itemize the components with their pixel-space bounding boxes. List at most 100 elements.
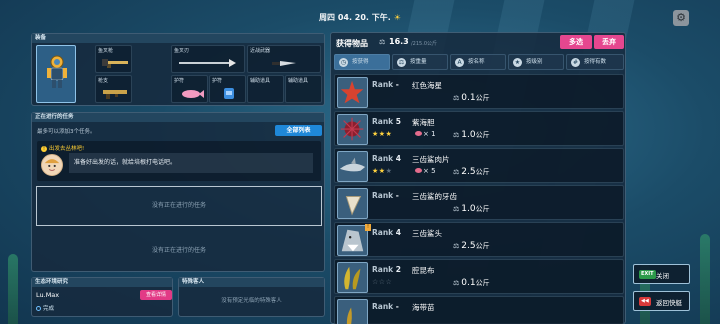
rank-value: 4 — [395, 228, 402, 237]
tab-sort-weight[interactable]: ⚖ 按重量 — [392, 54, 448, 70]
multi-select-button[interactable]: 多选 — [560, 35, 592, 49]
status-dot-icon — [36, 306, 41, 311]
weight-unit: 公斤 — [475, 168, 490, 176]
slot-label: 近战武器 — [250, 48, 271, 54]
item-rank: Rank 4 — [372, 154, 401, 163]
seaweed-decoration — [8, 254, 18, 324]
exit-label: 关闭 — [656, 272, 669, 280]
item-name: 海带苗 — [412, 303, 435, 312]
harpoon-tip-slot[interactable]: 鱼叉刃 — [171, 45, 245, 73]
rank-label: Rank — [372, 117, 394, 126]
eco-name: Lu.Max — [36, 291, 60, 299]
star-rating: ★★★ — [372, 130, 393, 138]
support-item-slot-2[interactable]: 辅助道具 — [285, 75, 322, 103]
notice-title: 出发去丛林吧! — [49, 146, 85, 152]
special-customer-panel: 特殊客人 没有预定光临的特殊客人 — [178, 277, 325, 317]
all-quests-button[interactable]: 全部列表 — [275, 125, 322, 136]
item-weight: ⚖ 2.5公斤 — [453, 167, 490, 177]
eco-title: 生态环境研究 — [32, 278, 172, 287]
quest-notice[interactable]: ! 出发去丛林吧! 准备好出发的话，就给培根打电话吧。 — [37, 141, 321, 181]
notice-text: 准备好出发的话，就给培根打电话吧。 — [69, 153, 313, 173]
rank-value: 4 — [395, 154, 402, 163]
eco-status-text: 完成 — [43, 306, 55, 312]
rank-label: Rank — [372, 191, 394, 200]
shark-head-icon — [337, 225, 368, 256]
gun-icon — [103, 90, 127, 99]
backpack-charm-icon — [224, 88, 234, 99]
warning-icon: ! — [41, 146, 47, 152]
item-name: 紫海胆 — [412, 118, 435, 127]
charm-slot-2[interactable]: 护符 — [209, 75, 246, 103]
date-time-display: 周四 04. 20. 下午. ☀ — [0, 12, 720, 23]
melee-weapon-slot[interactable]: 近战武器 — [247, 45, 321, 73]
star-icon: ★ — [513, 58, 522, 67]
item-rank: Rank 2 — [372, 265, 401, 274]
item-weight: ⚖ 1.0公斤 — [453, 130, 490, 140]
quest-slot-empty[interactable]: 没有正在进行的任务 — [36, 186, 322, 226]
tab-label: 按级别 — [526, 59, 543, 65]
rank-value: - — [395, 191, 399, 200]
item-weight: ⚖ 2.5公斤 — [453, 241, 490, 251]
item-name: 腔昆布 — [412, 266, 435, 275]
inventory-row[interactable]: Rank - 红色海星 ⚖ 0.1公斤 — [334, 74, 624, 109]
weight-value: 0.1 — [461, 93, 476, 103]
exit-button[interactable]: EXIT 关闭 — [633, 264, 690, 284]
gear-icon[interactable]: ⚙ — [673, 10, 689, 26]
equipment-panel: 装备 鱼叉枪 鱼叉刃 近战武器 枪支 护符 护符 辅助道具 辅助道具 — [31, 33, 325, 106]
weight-value: 2.5 — [461, 167, 476, 177]
return-to-boat-button[interactable]: ◀◀ 返回快艇 — [633, 291, 690, 311]
avatar — [41, 154, 63, 176]
inventory-row[interactable]: Rank 4 三齿鲨肉片 ★★★ × 5 ⚖ 2.5公斤 — [334, 148, 624, 183]
seaweed-icon — [337, 262, 368, 293]
tab-sort-count[interactable]: # 按得有数 — [566, 54, 624, 70]
tab-label: 按名称 — [468, 59, 485, 65]
shark-fillet-icon — [337, 151, 368, 182]
equipment-title: 装备 — [32, 34, 324, 43]
character-face-icon — [43, 156, 61, 174]
inventory-row[interactable]: ! Rank 4 三齿鲨头 ⚖ 2.5公斤 — [334, 222, 624, 257]
bait-count-text: × 5 — [423, 167, 436, 175]
count-icon: # — [571, 58, 580, 67]
inventory-row[interactable]: Rank 5 紫海胆 ★★★ × 1 ⚖ 1.0公斤 — [334, 111, 624, 146]
inventory-row[interactable]: Rank 2 腔昆布 ☆☆☆ ⚖ 0.1公斤 — [334, 259, 624, 294]
rank-value: 2 — [395, 265, 402, 274]
tab-label: 按重量 — [410, 59, 427, 65]
rank-label: Rank — [372, 302, 394, 311]
harpoon-gun-slot[interactable]: 鱼叉枪 — [95, 45, 132, 73]
weight-icon: ⚖ — [453, 279, 460, 287]
slot-label: 护符 — [174, 78, 185, 84]
item-name: 红色海星 — [412, 81, 442, 90]
weight-icon: ⚖ — [397, 58, 406, 67]
harpoon-gun-icon — [102, 59, 128, 68]
quests-panel: 正在进行的任务 最多可以添加3个任务。 全部列表 ! 出发去丛林吧! 准备好出发的… — [31, 112, 325, 272]
weight-value: 0.1 — [461, 278, 476, 288]
inventory-row[interactable]: Rank - 海带苗 — [334, 296, 624, 324]
tab-sort-name[interactable]: A 按名称 — [450, 54, 506, 70]
sea-urchin-icon — [337, 114, 368, 145]
kelp-icon — [337, 299, 368, 324]
support-item-slot-1[interactable]: 辅助道具 — [247, 75, 284, 103]
inventory-row[interactable]: Rank - 三齿鲨的牙齿 ⚖ 1.0公斤 — [334, 185, 624, 220]
item-weight: ⚖ 1.0公斤 — [453, 204, 490, 214]
item-rank: Rank - — [372, 80, 399, 89]
tab-label: 按得有数 — [584, 59, 607, 65]
slot-label: 护符 — [212, 78, 223, 84]
weight-value: 2.5 — [461, 241, 476, 251]
slot-label: 鱼叉刃 — [174, 48, 190, 54]
notice-header: ! 出发去丛林吧! — [41, 144, 84, 152]
view-details-button[interactable]: 查看详情 — [140, 290, 172, 300]
tab-sort-rank[interactable]: ★ 按级别 — [508, 54, 564, 70]
weight-unit: 公斤 — [475, 131, 490, 139]
item-name: 三齿鲨头 — [412, 229, 442, 238]
tab-label: 按获得 — [352, 59, 369, 65]
weight-value: 1.0 — [461, 130, 476, 140]
item-name: 三齿鲨肉片 — [412, 155, 450, 164]
tab-sort-obtained[interactable]: ◷ 按获得 — [334, 54, 390, 70]
rank-label: Rank — [372, 80, 394, 89]
gun-slot[interactable]: 枪支 — [95, 75, 132, 103]
diver-suit-slot[interactable] — [36, 45, 76, 103]
discard-button[interactable]: 丢弃 — [594, 35, 624, 49]
shark-tooth-icon — [337, 188, 368, 219]
charm-slot-1[interactable]: 护符 — [171, 75, 208, 103]
quest-slot-empty[interactable]: 没有正在进行的任务 — [36, 233, 322, 269]
